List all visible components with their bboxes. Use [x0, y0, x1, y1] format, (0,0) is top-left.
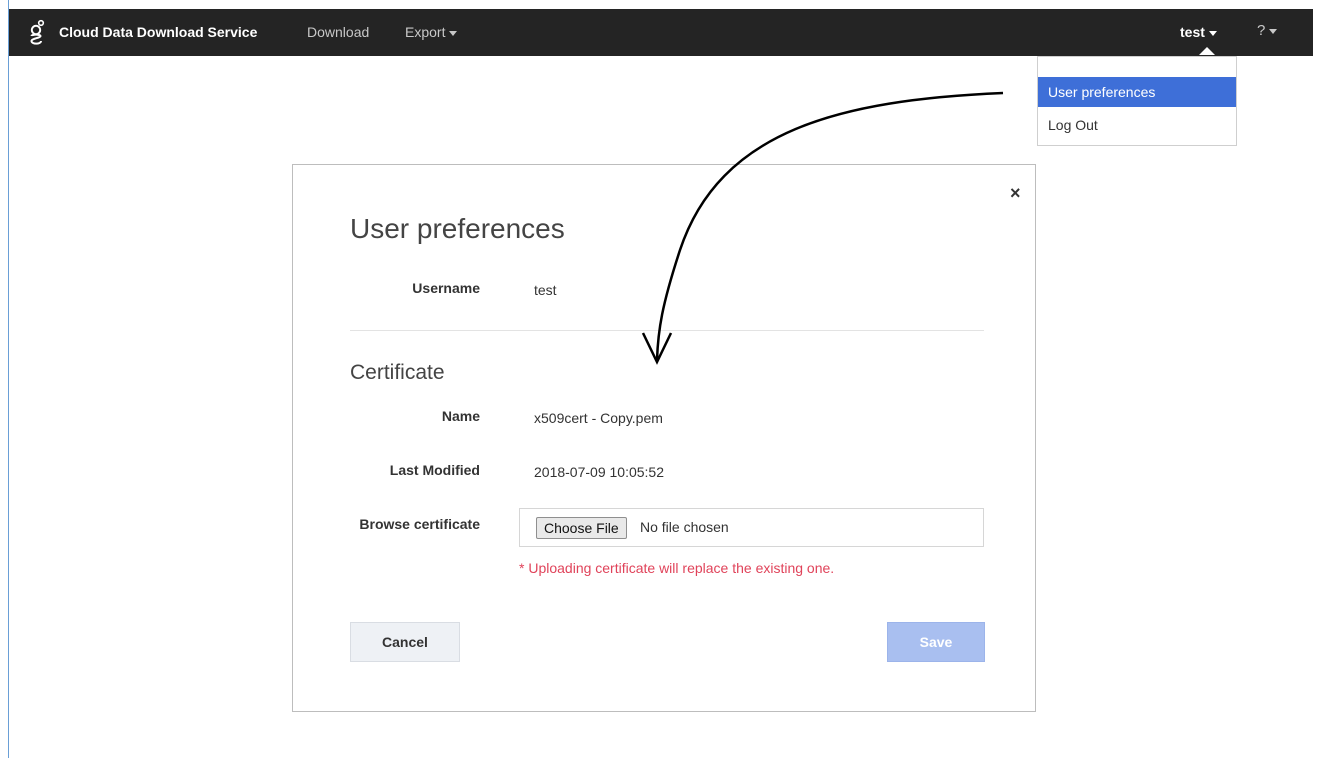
upload-warning-text: * Uploading certificate will replace the… — [519, 560, 835, 576]
last-modified-label: Last Modified — [389, 462, 480, 478]
brand-title[interactable]: Cloud Data Download Service — [59, 24, 257, 40]
page-left-border — [8, 0, 9, 758]
certificate-section-title: Certificate — [350, 361, 445, 384]
nav-help-menu[interactable]: ? — [1257, 22, 1278, 39]
help-icon: ? — [1257, 22, 1266, 39]
cert-name-label: Name — [441, 408, 480, 424]
cert-name-value: x509cert - Copy.pem — [534, 410, 663, 426]
section-divider — [350, 330, 984, 331]
cancel-button[interactable]: Cancel — [350, 622, 460, 662]
nav-download[interactable]: Download — [307, 24, 369, 40]
top-navbar: Cloud Data Download Service Download Exp… — [9, 9, 1313, 56]
username-label: Username — [412, 280, 480, 296]
menu-item-log-out[interactable]: Log Out — [1038, 110, 1236, 140]
dialog-title: User preferences — [350, 213, 565, 244]
certificate-file-input[interactable]: Choose File No file chosen — [519, 508, 984, 547]
user-preferences-dialog: × User preferences Username test Certifi… — [292, 164, 1036, 712]
nav-user-menu[interactable]: test — [1180, 24, 1217, 40]
chevron-down-icon — [1208, 30, 1217, 36]
genesys-logo-icon[interactable] — [27, 19, 47, 47]
save-button[interactable]: Save — [887, 622, 985, 662]
nav-user-label: test — [1180, 24, 1205, 40]
dropdown-pointer — [1199, 47, 1215, 55]
username-value: test — [534, 282, 557, 298]
choose-file-button[interactable]: Choose File — [536, 517, 627, 539]
no-file-status: No file chosen — [640, 519, 729, 535]
menu-item-user-preferences[interactable]: User preferences — [1038, 77, 1236, 107]
user-dropdown-menu: User preferences Log Out — [1037, 56, 1237, 146]
nav-export[interactable]: Export — [405, 24, 458, 40]
chevron-down-icon — [1269, 28, 1278, 34]
browse-certificate-label: Browse certificate — [359, 516, 480, 532]
close-icon[interactable]: × — [1010, 183, 1021, 204]
chevron-down-icon — [449, 30, 458, 36]
nav-export-label: Export — [405, 24, 446, 40]
last-modified-value: 2018-07-09 10:05:52 — [534, 464, 664, 480]
